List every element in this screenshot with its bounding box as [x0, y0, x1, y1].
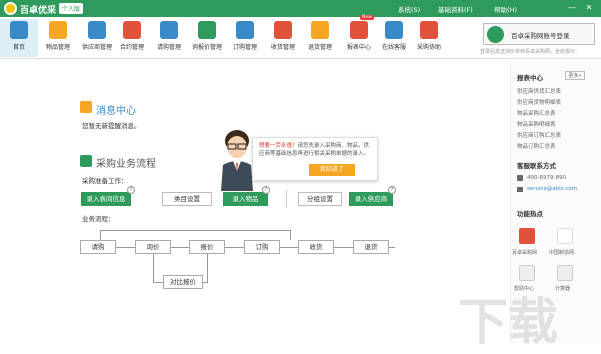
- tool-online-service[interactable]: 在线客服: [375, 19, 413, 57]
- menu-system[interactable]: 系统(S): [398, 4, 420, 14]
- service-title: 客服联系方式: [517, 162, 556, 170]
- tool-suppliers[interactable]: 供应商管理: [78, 19, 116, 57]
- enter-inquiry-button[interactable]: 录入表间信息: [81, 192, 131, 206]
- message-text: 您暂无新提醒消息。: [82, 122, 141, 130]
- close-button[interactable]: ✕: [584, 3, 594, 12]
- got-it-button[interactable]: 我知道了: [309, 164, 355, 176]
- chart-icon: [350, 21, 368, 39]
- tool-receiving[interactable]: 收货管理: [264, 19, 302, 57]
- process-icon: [80, 155, 92, 167]
- report-link[interactable]: 物品采购明细表: [517, 120, 556, 128]
- tool-requests[interactable]: 请购管理: [150, 19, 188, 57]
- edition-badge: 个人版: [59, 3, 84, 14]
- flow-connector: [153, 254, 154, 282]
- step-quote[interactable]: 报价: [189, 240, 225, 254]
- made-in-china-icon[interactable]: [557, 228, 573, 244]
- feature-label: 百卓采购网: [512, 250, 538, 256]
- feature-label: 中国制造网: [549, 250, 575, 256]
- tool-contracts[interactable]: 合约管理: [113, 19, 151, 57]
- more-button[interactable]: 更多»: [565, 71, 585, 80]
- login-hint: 登录后发送询价单到百卓采购网，坐收报价!: [480, 49, 578, 55]
- prep-label: 采购准备工作：: [82, 177, 128, 185]
- help-icon[interactable]: ?: [262, 186, 270, 194]
- truck-icon: [274, 21, 292, 39]
- flow-connector: [207, 254, 208, 282]
- category-settings-button[interactable]: 类目设置: [162, 192, 212, 206]
- process-title: 采购业务流程: [96, 159, 156, 170]
- request-icon: [160, 21, 178, 39]
- help-center-icon[interactable]: [519, 265, 535, 281]
- report-link[interactable]: 物品订购汇总表: [517, 142, 556, 150]
- tool-quotes[interactable]: 询报价管理: [188, 19, 226, 57]
- flow-connector: [100, 230, 290, 231]
- speaker-icon: [80, 101, 92, 113]
- title-bar: 百卓优采 个人版 系统(S) 基础资料(F) 帮助(H) — ✕: [0, 0, 601, 17]
- report-link[interactable]: 供应商货物明细表: [517, 98, 561, 106]
- step-return[interactable]: 退货: [353, 240, 389, 254]
- service-phone: 400-6979-890: [527, 175, 566, 181]
- tool-home[interactable]: 首页: [0, 19, 38, 57]
- step-receive[interactable]: 收货: [298, 240, 334, 254]
- features-title: 功能热点: [517, 210, 543, 218]
- new-badge: New: [360, 15, 374, 20]
- step-inquiry[interactable]: 询价: [135, 240, 171, 254]
- tool-orders[interactable]: 订购管理: [226, 19, 264, 57]
- flow-label: 业务流程：: [82, 215, 115, 223]
- help-icon[interactable]: ?: [388, 186, 396, 194]
- report-link[interactable]: 供应商供货汇总表: [517, 87, 561, 95]
- help-icon[interactable]: ?: [127, 186, 135, 194]
- quote-icon: [198, 21, 216, 39]
- flow-connector: [100, 230, 101, 240]
- order-icon: [236, 21, 254, 39]
- step-order[interactable]: 订购: [244, 240, 280, 254]
- tool-assist[interactable]: 采购协助: [410, 19, 448, 57]
- enter-item-button[interactable]: 录入物品: [223, 192, 268, 206]
- watermark: 下载: [458, 293, 558, 351]
- return-icon: [311, 21, 329, 39]
- app-logo-icon: [4, 2, 17, 15]
- menu-basic-data[interactable]: 基础资料(F): [438, 4, 473, 14]
- report-link[interactable]: 物品采购汇总表: [517, 109, 556, 117]
- contract-icon: [123, 21, 141, 39]
- step-request[interactable]: 请购: [80, 240, 116, 254]
- flow-connector: [290, 230, 291, 240]
- chat-icon: [385, 21, 403, 39]
- app-brand: 百卓优采: [20, 6, 57, 16]
- menu-help[interactable]: 帮助(H): [494, 4, 517, 14]
- assist-icon: [420, 21, 438, 39]
- supplier-icon: [88, 21, 106, 39]
- home-icon: [10, 21, 28, 39]
- message-center-title: 消息中心: [96, 106, 136, 117]
- login-button[interactable]: 百卓采购网账号登录: [483, 23, 595, 45]
- report-link[interactable]: 供应商订购汇总表: [517, 131, 561, 139]
- minimize-button[interactable]: —: [567, 3, 577, 12]
- calculator-icon[interactable]: [557, 265, 573, 281]
- mail-icon: [517, 187, 523, 192]
- box-icon: [49, 21, 67, 39]
- step-compare-quotes[interactable]: 对比报价: [163, 275, 203, 289]
- tool-returns[interactable]: 退货管理: [301, 19, 339, 57]
- report-center-title: 报表中心: [517, 74, 543, 82]
- tool-reports[interactable]: New 报表中心: [340, 15, 378, 57]
- phone-icon: [517, 175, 523, 181]
- tool-items[interactable]: 物品管理: [39, 19, 77, 57]
- enter-supplier-button[interactable]: 录入供应商: [349, 192, 393, 206]
- abiz-icon[interactable]: [519, 228, 535, 244]
- service-email[interactable]: service@abiz.com: [527, 186, 577, 192]
- divider: [286, 190, 287, 208]
- group-settings-button[interactable]: 分组设置: [298, 192, 342, 206]
- key-icon: [487, 26, 504, 43]
- tip-highlight: 想要一劳永逸？: [259, 143, 298, 149]
